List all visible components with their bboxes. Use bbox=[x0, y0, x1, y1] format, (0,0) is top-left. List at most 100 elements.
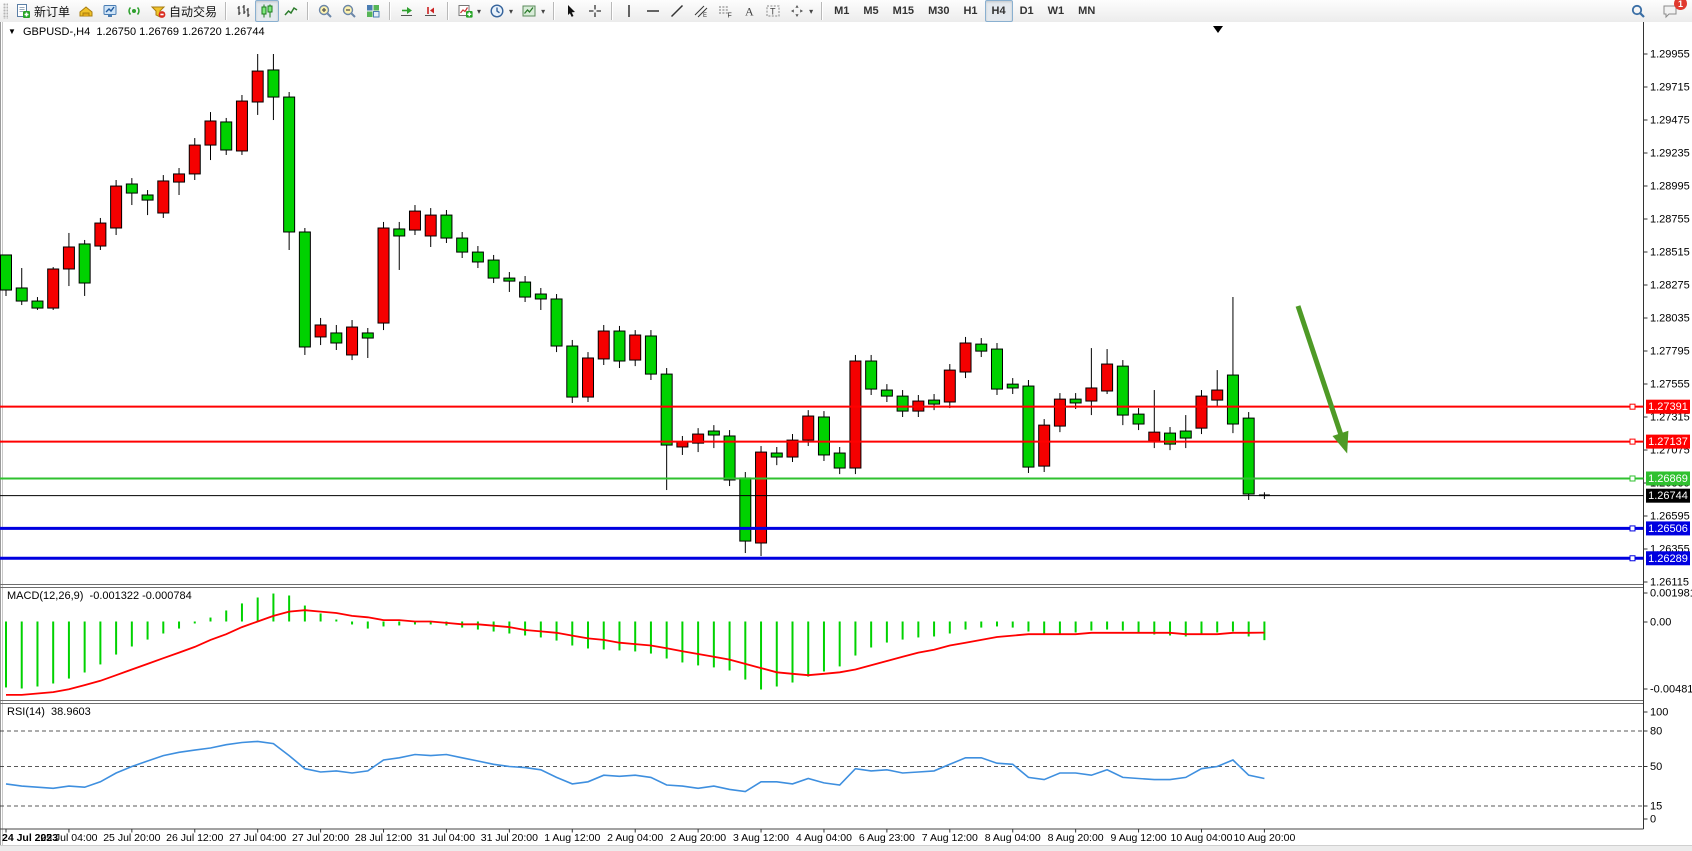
candle-body[interactable] bbox=[866, 361, 877, 389]
candle-body[interactable] bbox=[1212, 390, 1223, 400]
price-axis-label: 1.28515 bbox=[1650, 247, 1690, 259]
candle-body[interactable] bbox=[472, 252, 483, 262]
candle-body[interactable] bbox=[1007, 384, 1018, 388]
candle-body[interactable] bbox=[378, 228, 389, 323]
price-tag-label: 1.26869 bbox=[1648, 473, 1688, 485]
rsi-axis-label: 80 bbox=[1650, 726, 1662, 738]
candle-body[interactable] bbox=[1196, 396, 1207, 428]
candle-body[interactable] bbox=[850, 361, 861, 468]
candle-body[interactable] bbox=[32, 301, 43, 308]
candle-body[interactable] bbox=[740, 478, 751, 541]
candle-body[interactable] bbox=[174, 174, 185, 182]
candle-body[interactable] bbox=[944, 370, 955, 402]
time-axis-label: 26 Jul 12:00 bbox=[166, 832, 223, 844]
candle-body[interactable] bbox=[960, 343, 971, 372]
candle-body[interactable] bbox=[787, 440, 798, 457]
candle-body[interactable] bbox=[991, 349, 1002, 389]
candle-body[interactable] bbox=[16, 288, 27, 301]
candle-body[interactable] bbox=[95, 223, 106, 246]
candle-body[interactable] bbox=[331, 333, 342, 343]
candle-body[interactable] bbox=[347, 327, 358, 355]
price-axis-label: 1.29475 bbox=[1650, 115, 1690, 127]
candle-body[interactable] bbox=[645, 336, 656, 374]
candle-body[interactable] bbox=[158, 181, 169, 213]
candle-body[interactable] bbox=[834, 453, 845, 468]
candle-body[interactable] bbox=[142, 195, 153, 200]
candle-body[interactable] bbox=[126, 184, 137, 193]
candle-body[interactable] bbox=[409, 211, 420, 230]
candle-body[interactable] bbox=[299, 232, 310, 347]
chart-ohlc-values: 1.26750 1.26769 1.26720 1.26744 bbox=[96, 26, 264, 38]
candle-body[interactable] bbox=[598, 331, 609, 359]
candle-body[interactable] bbox=[583, 358, 594, 397]
hline-drag-marker[interactable] bbox=[1630, 439, 1635, 444]
price-axis-label: 1.28995 bbox=[1650, 181, 1690, 193]
candle-body[interactable] bbox=[48, 269, 59, 308]
candle-body[interactable] bbox=[504, 278, 515, 281]
candle-body[interactable] bbox=[1133, 414, 1144, 424]
candle-body[interactable] bbox=[1023, 386, 1034, 467]
rsi-axis-label: 15 bbox=[1650, 801, 1662, 813]
candle-body[interactable] bbox=[614, 331, 625, 361]
candle-body[interactable] bbox=[1243, 418, 1254, 494]
candle-body[interactable] bbox=[315, 325, 326, 337]
hline-drag-marker[interactable] bbox=[1630, 556, 1635, 561]
candle-body[interactable] bbox=[394, 229, 405, 236]
candle-body[interactable] bbox=[362, 333, 373, 338]
hline-drag-marker[interactable] bbox=[1630, 404, 1635, 409]
candle-body[interactable] bbox=[1102, 364, 1113, 391]
hline-drag-marker[interactable] bbox=[1630, 476, 1635, 481]
candle-body[interactable] bbox=[425, 215, 436, 236]
candle-body[interactable] bbox=[520, 282, 531, 297]
time-axis-label: 8 Aug 04:00 bbox=[985, 832, 1041, 844]
rsi-axis-label: 50 bbox=[1650, 761, 1662, 773]
time-axis-label: 31 Jul 04:00 bbox=[418, 832, 475, 844]
chart-canvas[interactable]: 1.299551.297151.294751.292351.289951.287… bbox=[0, 0, 1692, 851]
candle-body[interactable] bbox=[1054, 399, 1065, 426]
candle-body[interactable] bbox=[567, 346, 578, 397]
time-axis-label: 9 Aug 12:00 bbox=[1111, 832, 1167, 844]
candle-body[interactable] bbox=[1149, 432, 1160, 441]
candle-body[interactable] bbox=[771, 453, 782, 457]
time-axis-label: 10 Aug 04:00 bbox=[1171, 832, 1233, 844]
chart-title-dropdown-icon[interactable]: ▼ bbox=[8, 27, 16, 36]
candle-body[interactable] bbox=[441, 215, 452, 238]
candle-body[interactable] bbox=[881, 390, 892, 396]
candle-body[interactable] bbox=[1070, 399, 1081, 403]
candle-body[interactable] bbox=[111, 186, 122, 228]
candle-body[interactable] bbox=[818, 417, 829, 455]
candle-body[interactable] bbox=[457, 238, 468, 252]
candle-body[interactable] bbox=[897, 396, 908, 411]
time-axis-label: 27 Jul 04:00 bbox=[229, 832, 286, 844]
candle-body[interactable] bbox=[252, 71, 263, 102]
candle-body[interactable] bbox=[551, 299, 562, 346]
candle-body[interactable] bbox=[63, 247, 74, 269]
candle-body[interactable] bbox=[221, 122, 232, 150]
candle-body[interactable] bbox=[236, 101, 247, 151]
rsi-indicator-label: RSI(14) 38.9603 bbox=[7, 706, 91, 718]
candle-body[interactable] bbox=[803, 416, 814, 440]
price-axis-label: 1.27555 bbox=[1650, 379, 1690, 391]
candle-body[interactable] bbox=[189, 145, 200, 174]
candle-body[interactable] bbox=[79, 244, 90, 283]
candle-body[interactable] bbox=[268, 70, 279, 97]
candle-body[interactable] bbox=[708, 431, 719, 435]
candle-body[interactable] bbox=[535, 294, 546, 299]
candle-body[interactable] bbox=[677, 442, 688, 447]
hline-drag-marker[interactable] bbox=[1630, 526, 1635, 531]
candle-body[interactable] bbox=[205, 121, 216, 145]
candle-body[interactable] bbox=[1117, 366, 1128, 415]
candle-body[interactable] bbox=[630, 335, 641, 360]
candle-body[interactable] bbox=[1039, 425, 1050, 466]
macd-name: MACD(12,26,9) bbox=[7, 590, 83, 602]
candle-body[interactable] bbox=[661, 374, 672, 445]
candle-body[interactable] bbox=[976, 344, 987, 351]
candle-body[interactable] bbox=[488, 260, 499, 278]
candle-body[interactable] bbox=[1086, 388, 1097, 401]
candle-body[interactable] bbox=[1180, 431, 1191, 438]
candle-body[interactable] bbox=[929, 400, 940, 404]
candle-body[interactable] bbox=[1, 255, 12, 290]
candle-body[interactable] bbox=[1227, 375, 1238, 424]
candle-body[interactable] bbox=[284, 97, 295, 232]
chart-title: ▼ GBPUSD-,H4 1.26750 1.26769 1.26720 1.2… bbox=[8, 26, 265, 38]
